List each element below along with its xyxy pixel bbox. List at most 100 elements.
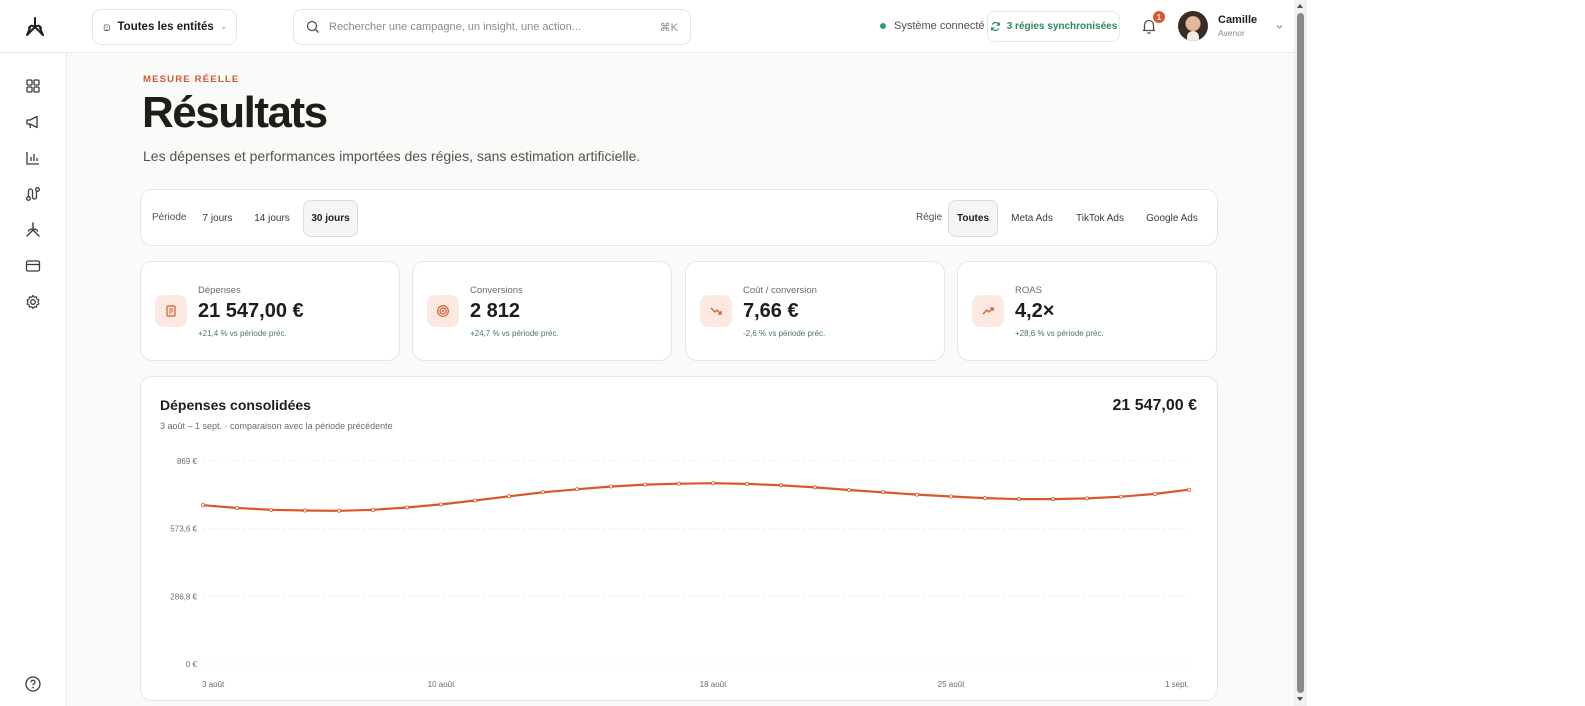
data-point	[1153, 491, 1158, 496]
notifications-button[interactable]: 1	[1140, 11, 1165, 37]
regie-tiktok-ads[interactable]: TikTok Ads	[1071, 200, 1129, 237]
kpi-card-roas[interactable]: ROAS 4,2× +28,6 % vs période préc.	[957, 261, 1217, 361]
data-point	[506, 494, 511, 499]
data-point	[540, 490, 545, 495]
data-point	[370, 507, 375, 512]
data-point	[1017, 497, 1022, 502]
kpi-delta: +21,4 % vs période préc.	[198, 329, 287, 338]
target-icon	[427, 295, 459, 327]
megaphone-icon[interactable]	[24, 113, 42, 131]
kpi-value: 2 812	[470, 300, 521, 322]
refresh-icon	[990, 21, 1000, 32]
data-point	[847, 487, 852, 492]
building-icon	[103, 24, 110, 31]
top-bar: Toutes les entités ⌘K Système connecté 3…	[0, 0, 1300, 53]
user-org: Avenor	[1218, 27, 1245, 38]
x-tick-label: 18 août	[700, 680, 727, 689]
notification-badge: 1	[1153, 11, 1165, 23]
kpi-delta: +28,6 % vs période préc.	[1015, 329, 1104, 338]
y-tick-label: 869 €	[177, 457, 198, 466]
app-window: Toutes les entités ⌘K Système connecté 3…	[0, 0, 1300, 706]
bar-chart-icon[interactable]	[24, 149, 42, 167]
data-point	[949, 494, 954, 499]
search-icon	[306, 20, 319, 33]
data-point	[302, 508, 307, 513]
period-30-days[interactable]: 30 jours	[303, 200, 358, 237]
search-input[interactable]	[329, 21, 651, 33]
chevron-down-icon	[1276, 24, 1283, 29]
data-point	[881, 490, 886, 495]
data-point	[1187, 487, 1192, 492]
card-icon[interactable]	[24, 257, 42, 275]
chart-title: Dépenses consolidées	[160, 397, 311, 413]
kpi-delta: +24,7 % vs période préc.	[470, 329, 559, 338]
route-icon[interactable]	[24, 185, 42, 203]
data-point	[677, 481, 682, 486]
x-tick-label: 25 août	[938, 680, 965, 689]
page-eyebrow: MESURE RÉELLE	[143, 74, 240, 85]
kpi-card-cost-per-conversion[interactable]: Coût / conversion 7,66 € -2,6 % vs pério…	[685, 261, 945, 361]
data-point	[1051, 497, 1056, 502]
data-point	[235, 505, 240, 510]
scroll-up-arrow-icon[interactable]	[1297, 4, 1303, 8]
system-status-label: Système connecté	[894, 20, 985, 32]
kpi-label: Conversions	[470, 285, 523, 296]
y-tick-label: 0 €	[186, 660, 198, 669]
brand-icon[interactable]	[24, 221, 42, 239]
regie-all[interactable]: Toutes	[948, 200, 998, 237]
search-shortcut: ⌘K	[659, 21, 678, 34]
user-menu[interactable]: Camille Avenor	[1178, 11, 1284, 41]
kpi-value: 7,66 €	[743, 300, 799, 322]
kpi-label: Dépenses	[198, 285, 241, 296]
chart-total: 21 547,00 €	[1112, 397, 1197, 414]
x-tick-label: 10 août	[428, 680, 455, 689]
data-point	[268, 507, 273, 512]
y-tick-label: 573,6 €	[170, 525, 197, 534]
data-point	[574, 487, 579, 492]
help-icon[interactable]	[24, 675, 42, 693]
entity-select[interactable]: Toutes les entités	[92, 9, 237, 45]
regie-label: Régie	[916, 212, 943, 223]
settings-icon[interactable]	[24, 293, 42, 311]
kpi-card-depenses[interactable]: Dépenses 21 547,00 € +21,4 % vs période …	[140, 261, 400, 361]
period-14-days[interactable]: 14 jours	[249, 200, 295, 237]
data-point	[1119, 494, 1124, 499]
regie-meta-ads[interactable]: Meta Ads	[1007, 200, 1057, 237]
sidebar	[0, 53, 67, 706]
receipt-icon	[155, 295, 187, 327]
data-point	[608, 484, 613, 489]
kpi-card-conversions[interactable]: Conversions 2 812 +24,7 % vs période pré…	[412, 261, 672, 361]
page-subtitle: Les dépenses et performances importées d…	[143, 148, 641, 164]
entity-select-label: Toutes les entités	[117, 21, 214, 33]
trend-down-icon	[700, 295, 732, 327]
avatar	[1178, 11, 1208, 41]
period-label: Période	[152, 212, 187, 223]
data-point	[745, 481, 750, 486]
sync-button[interactable]: 3 régies synchronisées	[987, 11, 1120, 42]
scrollbar-thumb[interactable]	[1297, 13, 1304, 693]
chart-subtitle: 3 août – 1 sept. · comparaison avec la p…	[160, 421, 393, 431]
grid-icon[interactable]	[24, 77, 42, 95]
data-point	[472, 498, 477, 503]
sync-label: 3 régies synchronisées	[1006, 21, 1118, 32]
y-tick-label: 286,8 €	[170, 592, 197, 601]
chevron-down-icon	[221, 26, 226, 29]
kpi-label: ROAS	[1015, 285, 1042, 296]
regie-google-ads[interactable]: Google Ads	[1141, 200, 1203, 237]
user-name: Camille	[1218, 13, 1258, 26]
kpi-value: 4,2×	[1015, 300, 1055, 322]
data-point	[336, 508, 341, 513]
brand-logo-icon[interactable]	[24, 16, 46, 38]
status-dot-icon	[880, 23, 886, 29]
scrollbar[interactable]	[1294, 0, 1307, 706]
kpi-value: 21 547,00 €	[198, 300, 304, 322]
data-point	[1085, 496, 1090, 501]
period-7-days[interactable]: 7 jours	[196, 200, 239, 237]
search-bar[interactable]: ⌘K	[293, 9, 691, 45]
series-line	[201, 482, 1191, 512]
data-point	[201, 503, 206, 508]
data-point	[983, 496, 988, 501]
filters-bar: Période 7 jours 14 jours 30 jours Régie …	[140, 189, 1218, 246]
scroll-down-arrow-icon[interactable]	[1297, 697, 1303, 701]
data-point	[813, 485, 818, 490]
